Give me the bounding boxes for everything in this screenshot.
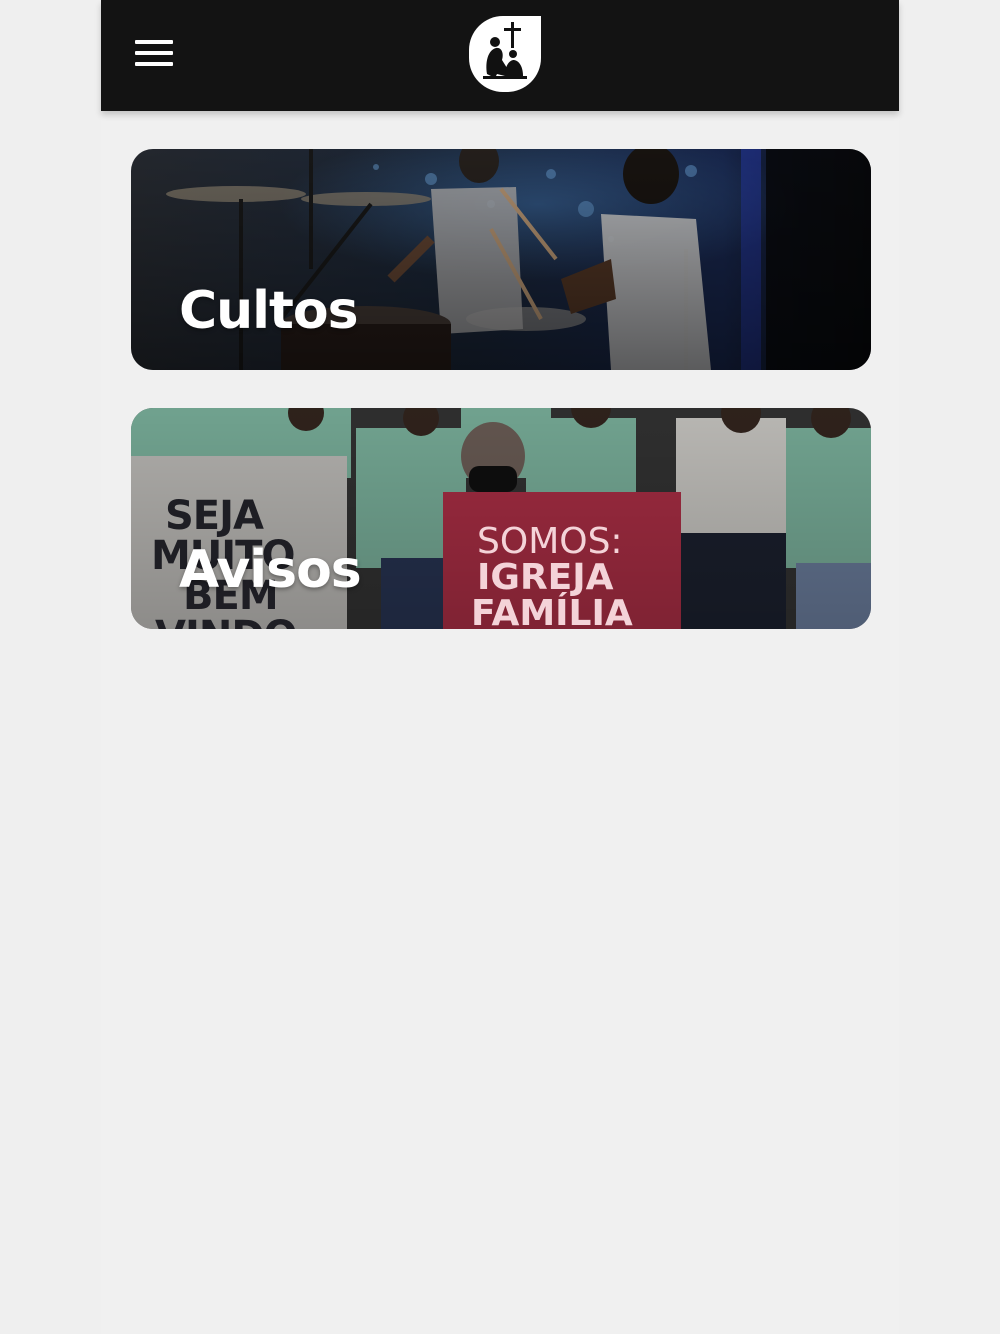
sign-line: SEJA (165, 493, 264, 539)
church-logo-icon[interactable] (469, 16, 541, 92)
menu-line (135, 62, 173, 66)
app-screen: Cultos SEJA MUITO BEM SOMOS: IGREJA FAMÍ… (101, 0, 899, 1334)
hamburger-menu-icon[interactable] (131, 36, 175, 72)
card-avisos[interactable]: SEJA MUITO BEM VINDO SOMOS: IGREJA FAMÍL… (131, 408, 871, 629)
sign-line: FAMÍLIA (471, 593, 633, 630)
card-cultos[interactable]: Cultos (131, 149, 871, 370)
sign-line: VINDO (155, 616, 298, 629)
sign-line: IGREJA (477, 557, 614, 598)
card-title-cultos: Cultos (179, 281, 359, 341)
card-title-avisos: Avisos (179, 540, 362, 600)
sign-line: SOMOS: (477, 521, 623, 562)
igreja-familia-sign-text: SOMOS: IGREJA FAMÍLIA (471, 521, 633, 630)
menu-line (135, 51, 173, 55)
menu-line (135, 40, 173, 44)
top-bar (101, 0, 899, 111)
